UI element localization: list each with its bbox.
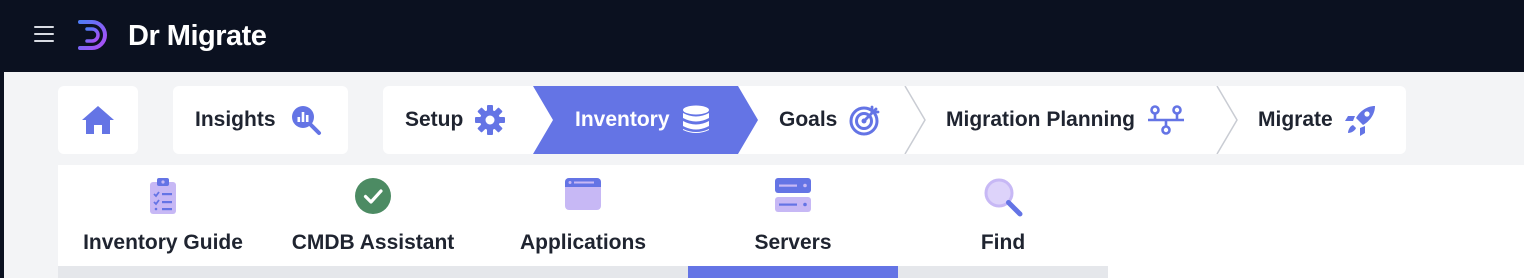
menu-icon[interactable]: [34, 24, 56, 44]
step-migrate[interactable]: Migrate: [1258, 86, 1377, 154]
step-label: Setup: [405, 108, 464, 131]
tab-label: CMDB Assistant: [291, 231, 455, 254]
step-goals[interactable]: Goals: [779, 86, 881, 154]
home-icon: [82, 106, 114, 134]
step-setup[interactable]: Setup: [405, 86, 506, 154]
insights-button[interactable]: Insights: [173, 86, 348, 154]
logo-icon: [78, 20, 107, 50]
stepper-background: [383, 86, 1406, 154]
magnifier-icon: [984, 178, 1023, 217]
home-button[interactable]: [58, 86, 138, 154]
step-migration-planning[interactable]: Migration Planning: [946, 86, 1185, 154]
tab-applications[interactable]: Applications: [478, 165, 688, 278]
main-nav: Insights Setup Inventory Goals Migration…: [0, 86, 1524, 154]
process-stepper: Setup Inventory Goals Migration Planning…: [383, 86, 1406, 154]
tab-label: Applications: [519, 231, 646, 254]
app-title: Dr Migrate: [128, 20, 267, 52]
clipboard-checklist-icon: [150, 178, 176, 214]
step-label: Migrate: [1258, 108, 1333, 131]
step-label: Goals: [779, 108, 838, 131]
chart-search-icon: [291, 106, 321, 135]
flow-icon: [1148, 105, 1184, 135]
server-icon: [775, 178, 811, 212]
step-inventory[interactable]: Inventory: [575, 86, 710, 154]
tab-label: Find: [980, 231, 1026, 254]
tab-cmdb-assistant[interactable]: CMDB Assistant: [268, 165, 478, 278]
gear-icon: [475, 105, 506, 135]
browser-window-icon: [565, 178, 601, 210]
target-icon: [849, 105, 880, 136]
check-circle-icon: [355, 178, 391, 214]
content-panel: [1108, 165, 1524, 278]
top-bar: Dr Migrate: [4, 0, 1524, 72]
step-label: Inventory: [575, 108, 670, 131]
tab-label: Servers: [754, 231, 832, 254]
tab-servers[interactable]: Servers: [688, 165, 898, 278]
rocket-icon: [1344, 106, 1375, 136]
step-label: Migration Planning: [946, 108, 1135, 131]
database-icon: [682, 105, 709, 133]
tab-inventory-guide[interactable]: Inventory Guide: [58, 165, 268, 278]
insights-label: Insights: [195, 108, 276, 131]
active-tab-indicator: [688, 266, 898, 278]
inventory-subnav: Inventory Guide CMDB Assistant Applicati…: [58, 165, 1108, 278]
tab-find[interactable]: Find: [898, 165, 1108, 278]
tab-label: Inventory Guide: [83, 231, 243, 254]
